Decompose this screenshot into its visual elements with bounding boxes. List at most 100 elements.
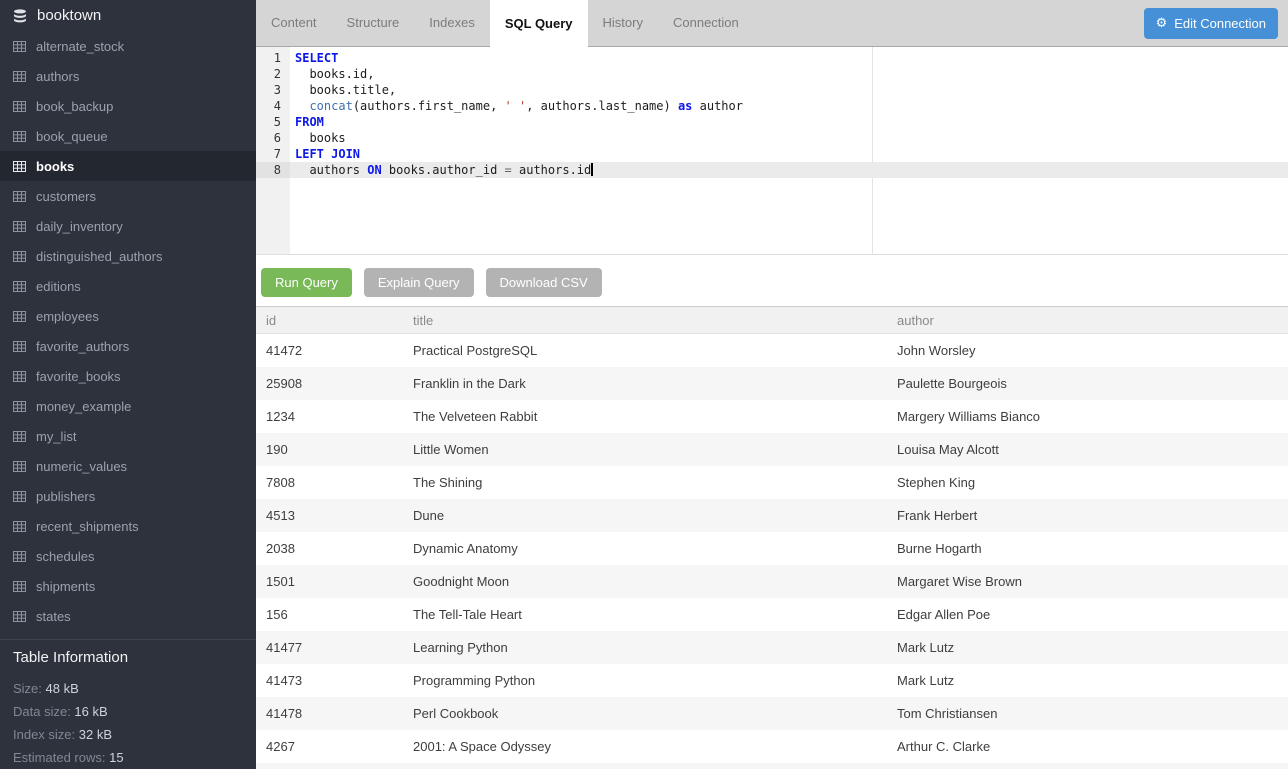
info-value: 32 kB xyxy=(79,727,112,742)
editor-line[interactable]: books.title, xyxy=(290,82,1288,98)
sidebar-item-employees[interactable]: employees xyxy=(0,301,256,331)
table-name: alternate_stock xyxy=(36,39,124,54)
table-name: book_queue xyxy=(36,129,108,144)
info-row: Size: 48 kB xyxy=(13,677,243,700)
table-row: 2038Dynamic AnatomyBurne Hogarth xyxy=(256,532,1288,565)
code-token: as xyxy=(678,99,692,113)
cell-title: Dune xyxy=(403,508,887,523)
code-token: ON xyxy=(367,163,381,177)
cell-author: Margery Williams Bianco xyxy=(887,409,1288,424)
download-csv-button[interactable]: Download CSV xyxy=(486,268,602,297)
sql-editor[interactable]: 12345678 SELECT books.id, books.title, c… xyxy=(256,47,1288,254)
editor-line[interactable]: concat(authors.first_name, ' ', authors.… xyxy=(290,98,1288,114)
database-header[interactable]: booktown xyxy=(0,0,256,31)
editor-line[interactable]: SELECT xyxy=(290,50,1288,66)
cell-author: Frank Herbert xyxy=(887,508,1288,523)
table-name: distinguished_authors xyxy=(36,249,162,264)
sidebar-item-book_backup[interactable]: book_backup xyxy=(0,91,256,121)
sidebar-item-books[interactable]: books xyxy=(0,151,256,181)
line-number: 4 xyxy=(256,98,290,114)
cell-id: 4513 xyxy=(256,508,403,523)
tab-history[interactable]: History xyxy=(588,0,658,46)
code-token: , authors.last_name) xyxy=(526,99,678,113)
sidebar-item-favorite_books[interactable]: favorite_books xyxy=(0,361,256,391)
cell-title: Goodnight Moon xyxy=(403,574,887,589)
cell-title: Dynamic Anatomy xyxy=(403,541,887,556)
table-row: 156The Tell-Tale HeartEdgar Allen Poe xyxy=(256,598,1288,631)
sidebar-item-my_list[interactable]: my_list xyxy=(0,421,256,451)
code-token: concat xyxy=(309,99,352,113)
table-name: favorite_authors xyxy=(36,339,129,354)
info-value: 48 kB xyxy=(46,681,79,696)
editor-line[interactable]: authors ON books.author_id = authors.id xyxy=(290,162,1288,178)
tab-indexes[interactable]: Indexes xyxy=(414,0,490,46)
line-number: 8 xyxy=(256,162,290,178)
cell-id: 1501 xyxy=(256,574,403,589)
table-name: numeric_values xyxy=(36,459,127,474)
table-name: my_list xyxy=(36,429,76,444)
cell-title: The Tell-Tale Heart xyxy=(403,607,887,622)
editor-line[interactable]: books xyxy=(290,130,1288,146)
results-table: idtitleauthor 41472Practical PostgreSQLJ… xyxy=(256,306,1288,769)
table-row: 41477Learning PythonMark Lutz xyxy=(256,631,1288,664)
sidebar-item-states[interactable]: states xyxy=(0,601,256,631)
info-label: Size: xyxy=(13,681,46,696)
table-icon xyxy=(13,341,26,352)
table-name: recent_shipments xyxy=(36,519,139,534)
run-query-button[interactable]: Run Query xyxy=(261,268,352,297)
table-row: 190Little WomenLouisa May Alcott xyxy=(256,433,1288,466)
line-number: 7 xyxy=(256,146,290,162)
cell-id: 156 xyxy=(256,607,403,622)
table-icon xyxy=(13,251,26,262)
sidebar-item-customers[interactable]: customers xyxy=(0,181,256,211)
gear-icon: ⚙ xyxy=(1156,17,1168,30)
editor-line[interactable]: books.id, xyxy=(290,66,1288,82)
cell-id: 41473 xyxy=(256,673,403,688)
sql-code-area[interactable]: SELECT books.id, books.title, concat(aut… xyxy=(290,47,1288,254)
editor-line[interactable]: LEFT JOIN xyxy=(290,146,1288,162)
sidebar-item-favorite_authors[interactable]: favorite_authors xyxy=(0,331,256,361)
explain-query-button[interactable]: Explain Query xyxy=(364,268,474,297)
code-token: author xyxy=(692,99,743,113)
column-header-title: title xyxy=(403,313,887,328)
tab-structure[interactable]: Structure xyxy=(332,0,415,46)
table-icon xyxy=(13,551,26,562)
tab-sql-query[interactable]: SQL Query xyxy=(490,0,588,47)
sidebar-item-money_example[interactable]: money_example xyxy=(0,391,256,421)
table-name: daily_inventory xyxy=(36,219,123,234)
table-list: alternate_stockauthors book_backup book_qu… xyxy=(0,31,256,631)
table-name: schedules xyxy=(36,549,95,564)
cell-author: Louisa May Alcott xyxy=(887,442,1288,457)
line-number: 1 xyxy=(256,50,290,66)
cell-id: 4267 xyxy=(256,739,403,754)
tab-connection[interactable]: Connection xyxy=(658,0,754,46)
cell-author: Mark Lutz xyxy=(887,640,1288,655)
cell-author: Stephen King xyxy=(887,475,1288,490)
sidebar-item-recent_shipments[interactable]: recent_shipments xyxy=(0,511,256,541)
sidebar-item-editions[interactable]: editions xyxy=(0,271,256,301)
sidebar-item-schedules[interactable]: schedules xyxy=(0,541,256,571)
info-value: 15 xyxy=(109,750,123,765)
sidebar-item-authors[interactable]: authors xyxy=(0,61,256,91)
sidebar-item-distinguished_authors[interactable]: distinguished_authors xyxy=(0,241,256,271)
sidebar-item-daily_inventory[interactable]: daily_inventory xyxy=(0,211,256,241)
sidebar-item-shipments[interactable]: shipments xyxy=(0,571,256,601)
table-name: book_backup xyxy=(36,99,113,114)
sidebar-item-book_queue[interactable]: book_queue xyxy=(0,121,256,151)
results-header-row: idtitleauthor xyxy=(256,306,1288,334)
table-icon xyxy=(13,161,26,172)
editor-line[interactable]: FROM xyxy=(290,114,1288,130)
tab-content[interactable]: Content xyxy=(256,0,332,46)
cell-author: Mark Lutz xyxy=(887,673,1288,688)
table-row: 41473Programming PythonMark Lutz xyxy=(256,664,1288,697)
table-name: favorite_books xyxy=(36,369,121,384)
cell-author: Burne Hogarth xyxy=(887,541,1288,556)
table-name: employees xyxy=(36,309,99,324)
table-row: 41472Practical PostgreSQLJohn Worsley xyxy=(256,334,1288,367)
sidebar-item-numeric_values[interactable]: numeric_values xyxy=(0,451,256,481)
edit-connection-button[interactable]: ⚙ Edit Connection xyxy=(1144,8,1278,39)
line-number: 2 xyxy=(256,66,290,82)
line-number: 6 xyxy=(256,130,290,146)
sidebar-item-alternate_stock[interactable]: alternate_stock xyxy=(0,31,256,61)
sidebar-item-publishers[interactable]: publishers xyxy=(0,481,256,511)
